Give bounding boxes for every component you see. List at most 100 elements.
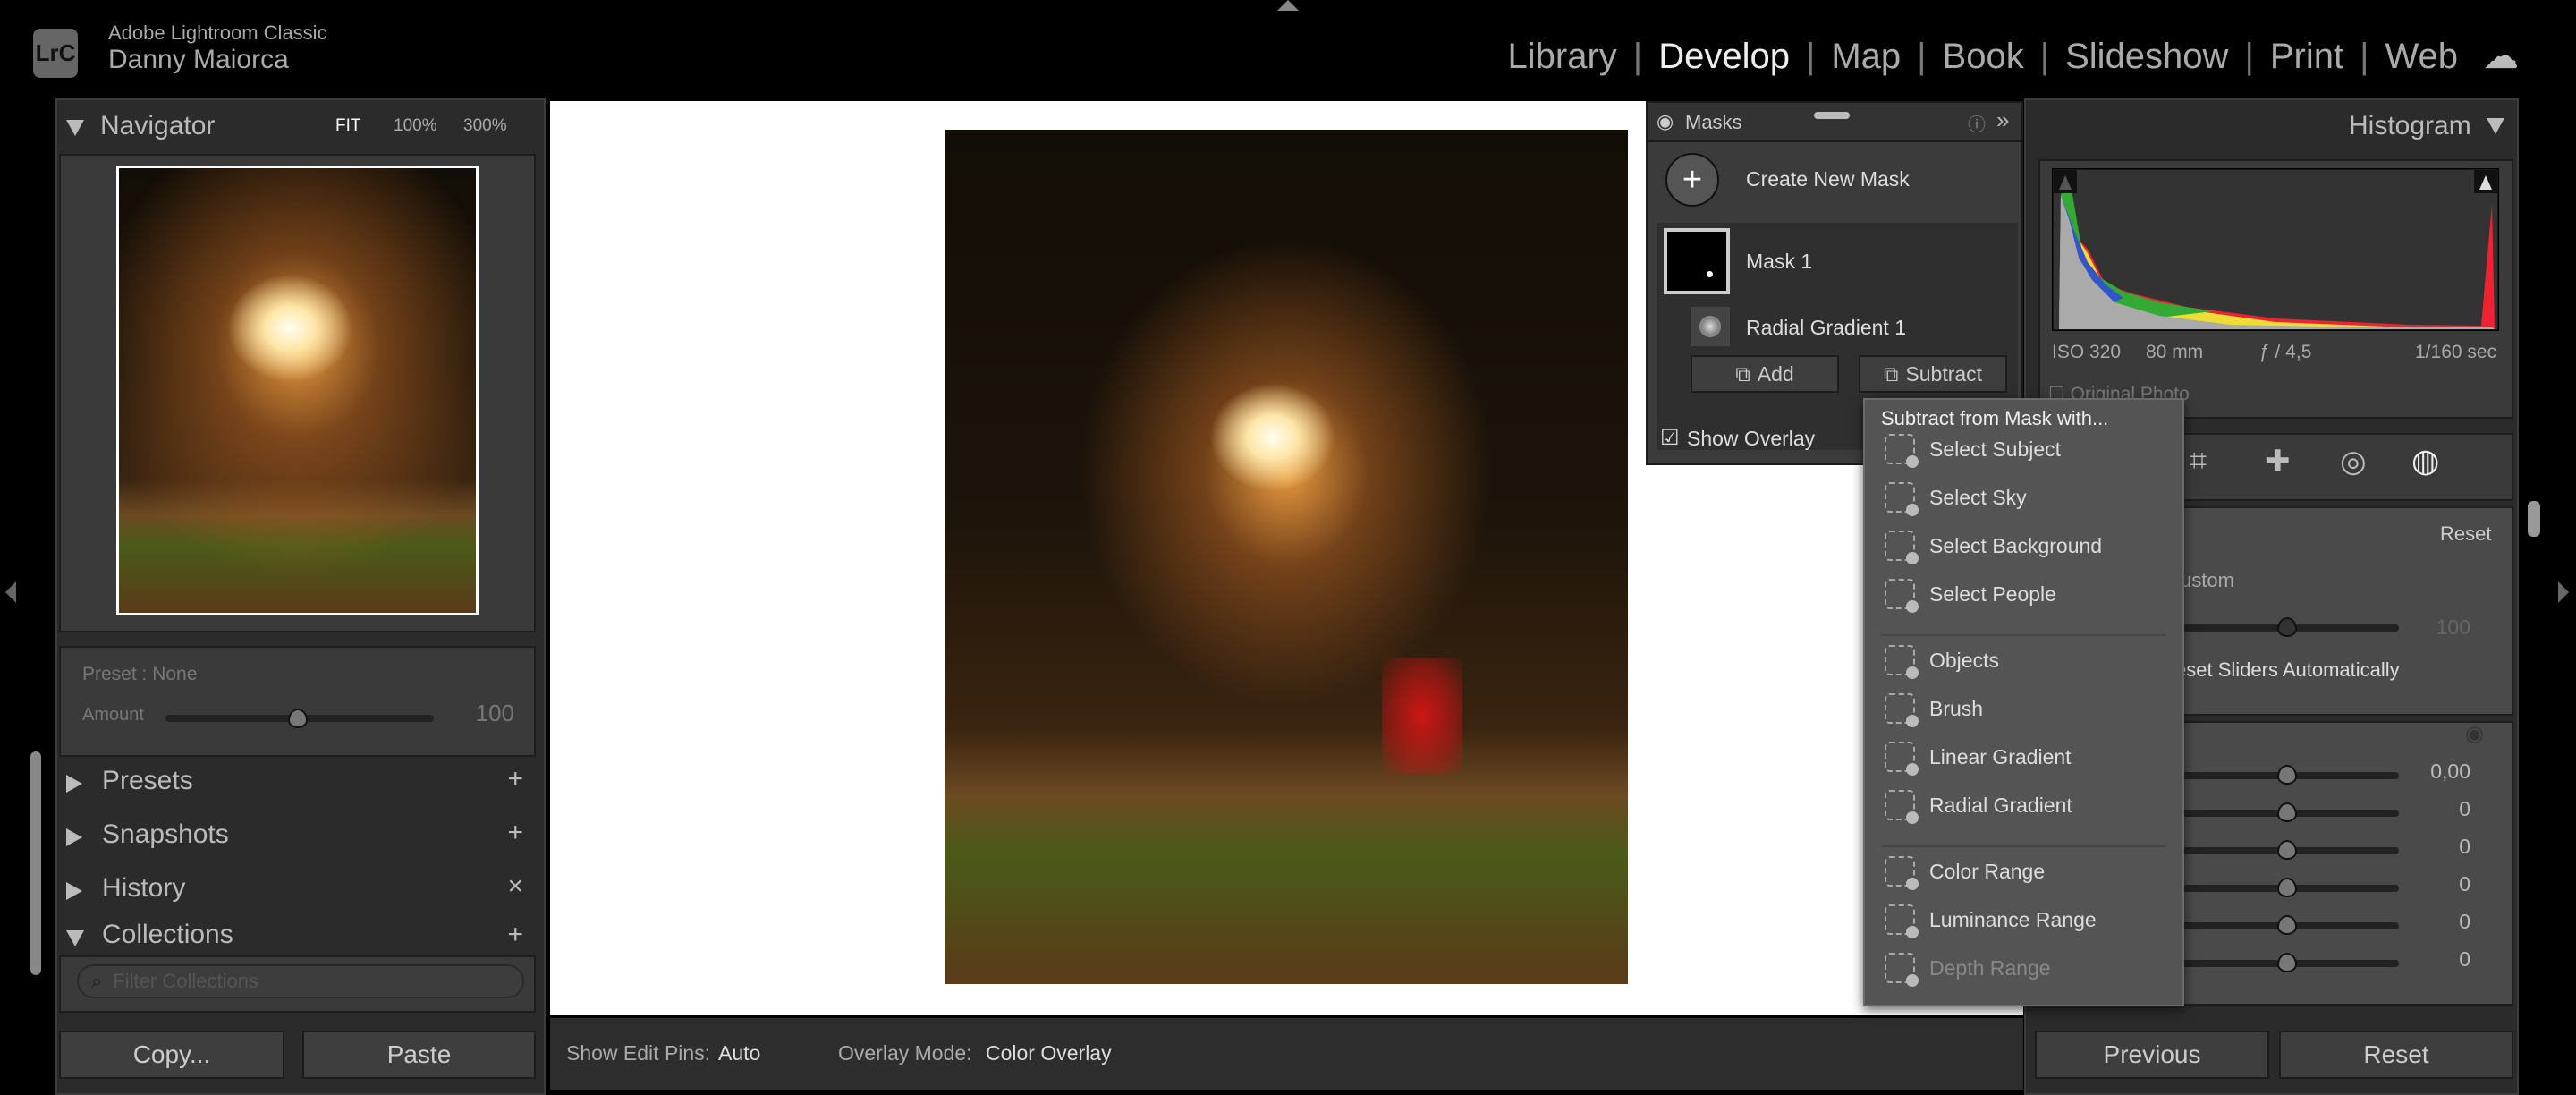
slider-thumb[interactable]	[2277, 765, 2297, 785]
zoom-300[interactable]: 300%	[463, 116, 507, 136]
module-web[interactable]: Web	[2385, 37, 2458, 77]
section-presets[interactable]: Presets +	[59, 759, 536, 809]
histogram-title: Histogram	[2349, 111, 2471, 141]
menu-item-color-range[interactable]: Color Range	[1885, 856, 2045, 887]
crop-icon[interactable]: ⌗	[2190, 444, 2207, 479]
menu-item-linear-gradient[interactable]: Linear Gradient	[1885, 742, 2072, 772]
right-scrollbar[interactable]	[2528, 501, 2540, 537]
menu-item-brush[interactable]: Brush	[1885, 693, 1983, 724]
collapse-icon[interactable]	[2487, 118, 2504, 134]
slider-thumb[interactable]	[2277, 915, 2297, 935]
menu-item-select-people[interactable]: Select People	[1885, 579, 2056, 609]
section-label: Presets	[102, 766, 193, 796]
left-scrollbar[interactable]	[30, 751, 41, 975]
menu-item-radial-gradient[interactable]: Radial Gradient	[1885, 790, 2072, 820]
reset-button[interactable]: Reset	[2279, 1031, 2513, 1079]
subtract-mask-menu: Subtract from Mask with... Select Subjec…	[1863, 398, 2184, 1006]
cloud-icon[interactable]: ☁	[2483, 36, 2519, 77]
create-new-mask-label[interactable]: Create New Mask	[1746, 167, 1910, 191]
menu-item-label: Select People	[1929, 582, 2056, 607]
subtract-icon: ⧉	[1884, 362, 1898, 386]
navigator-thumbnail[interactable]	[116, 166, 479, 615]
menu-item-select-background[interactable]: Select Background	[1885, 531, 2102, 561]
mask-name[interactable]: Mask 1	[1746, 250, 1812, 274]
drag-handle[interactable]	[1814, 112, 1850, 119]
menu-item-label: Select Background	[1929, 534, 2102, 558]
histogram-chart[interactable]	[2052, 168, 2499, 331]
main-photo[interactable]	[945, 130, 1628, 984]
subtract-mask-button[interactable]: ⧉Subtract	[1859, 355, 2007, 393]
menu-item-label: Objects	[1929, 649, 1999, 673]
healing-icon[interactable]: ✚	[2265, 444, 2291, 480]
search-icon: ⌕	[91, 970, 102, 993]
previous-button[interactable]: Previous	[2035, 1031, 2269, 1079]
amount-slider-thumb[interactable]	[288, 709, 308, 728]
module-print[interactable]: Print	[2270, 37, 2343, 77]
show-overlay-label: Show Overlay	[1687, 427, 1815, 451]
section-snapshots[interactable]: Snapshots +	[59, 812, 536, 862]
shutter-speed: 1/160 sec	[2415, 342, 2496, 363]
add-icon: ⧉	[1735, 362, 1750, 386]
eye-icon[interactable]: ◉	[1657, 110, 1674, 133]
preset-select[interactable]: ustom	[2181, 569, 2234, 592]
zoom-fit[interactable]: FIT	[335, 116, 361, 136]
zoom-100[interactable]: 100%	[394, 116, 437, 136]
top-panel-toggle[interactable]	[1277, 0, 1299, 11]
clear-history-icon[interactable]: ×	[507, 871, 523, 902]
add-preset-icon[interactable]: +	[507, 764, 523, 794]
red-eye-icon[interactable]: ◎	[2340, 444, 2367, 480]
add-mask-button[interactable]: ⧉Add	[1690, 355, 1839, 393]
slider-value: 0	[2399, 797, 2470, 821]
help-icon[interactable]: ⓘ	[1968, 110, 1986, 136]
edit-pins-label: Show Edit Pins:	[566, 1041, 710, 1065]
module-slideshow[interactable]: Slideshow	[2065, 37, 2228, 77]
collapse-icon	[66, 930, 84, 946]
visibility-eye-icon[interactable]: ◉	[2465, 721, 2484, 747]
linear-gradient-icon	[1885, 742, 1915, 772]
slider-thumb[interactable]	[2277, 840, 2297, 860]
paste-button[interactable]: Paste	[302, 1031, 536, 1079]
add-collection-icon[interactable]: +	[507, 920, 523, 950]
add-snapshot-icon[interactable]: +	[507, 818, 523, 848]
module-develop[interactable]: Develop	[1658, 37, 1790, 77]
collapse-icon[interactable]	[66, 120, 84, 136]
copy-button[interactable]: Copy...	[59, 1031, 284, 1079]
focal-length: 80 mm	[2146, 342, 2203, 363]
reset-sliders-checkbox[interactable]: eset Sliders Automatically	[2175, 658, 2400, 682]
menu-item-luminance-range[interactable]: Luminance Range	[1885, 904, 2097, 935]
mask-component[interactable]: Radial Gradient 1	[1746, 316, 1906, 340]
section-history[interactable]: History ×	[59, 866, 536, 916]
slider-thumb[interactable]	[2277, 878, 2297, 897]
menu-item-label: Luminance Range	[1929, 908, 2097, 932]
module-book[interactable]: Book	[1943, 37, 2024, 77]
menu-item-select-sky[interactable]: Select Sky	[1885, 482, 2027, 513]
mask-thumbnail[interactable]	[1664, 228, 1730, 294]
mask-overlay	[1382, 658, 1462, 774]
slider-thumb[interactable]	[2277, 802, 2297, 822]
slider-value: 0	[2399, 835, 2470, 859]
color-range-icon	[1885, 856, 1915, 887]
filter-collections-input[interactable]: ⌕ Filter Collections	[77, 964, 524, 998]
amount-slider-thumb[interactable]	[2277, 617, 2297, 637]
user-name: Danny Maiorca	[108, 45, 289, 75]
masking-icon[interactable]: ◍	[2411, 442, 2439, 480]
expand-icon	[66, 775, 82, 793]
overlay-mode-select[interactable]: Color Overlay	[986, 1041, 1112, 1065]
collapse-panel-icon[interactable]: »	[1996, 106, 2009, 134]
menu-item-objects[interactable]: Objects	[1885, 645, 1999, 675]
slider-thumb[interactable]	[2277, 953, 2297, 972]
section-collections[interactable]: Collections +	[59, 920, 536, 957]
menu-divider	[1881, 845, 2166, 847]
right-panel-toggle[interactable]	[2558, 581, 2569, 603]
edit-pins-select[interactable]: Auto	[718, 1041, 760, 1065]
expand-icon	[66, 828, 82, 846]
menu-item-select-subject[interactable]: Select Subject	[1885, 434, 2061, 464]
section-label: Snapshots	[102, 819, 229, 850]
reset-link[interactable]: Reset	[2440, 522, 2491, 546]
module-library[interactable]: Library	[1508, 37, 1617, 77]
module-map[interactable]: Map	[1831, 37, 1901, 77]
left-panel-toggle[interactable]	[5, 581, 16, 603]
iso-value: ISO 320	[2052, 342, 2121, 363]
show-overlay-checkbox[interactable]: ☑	[1660, 425, 1680, 451]
create-mask-button[interactable]: +	[1665, 153, 1719, 207]
